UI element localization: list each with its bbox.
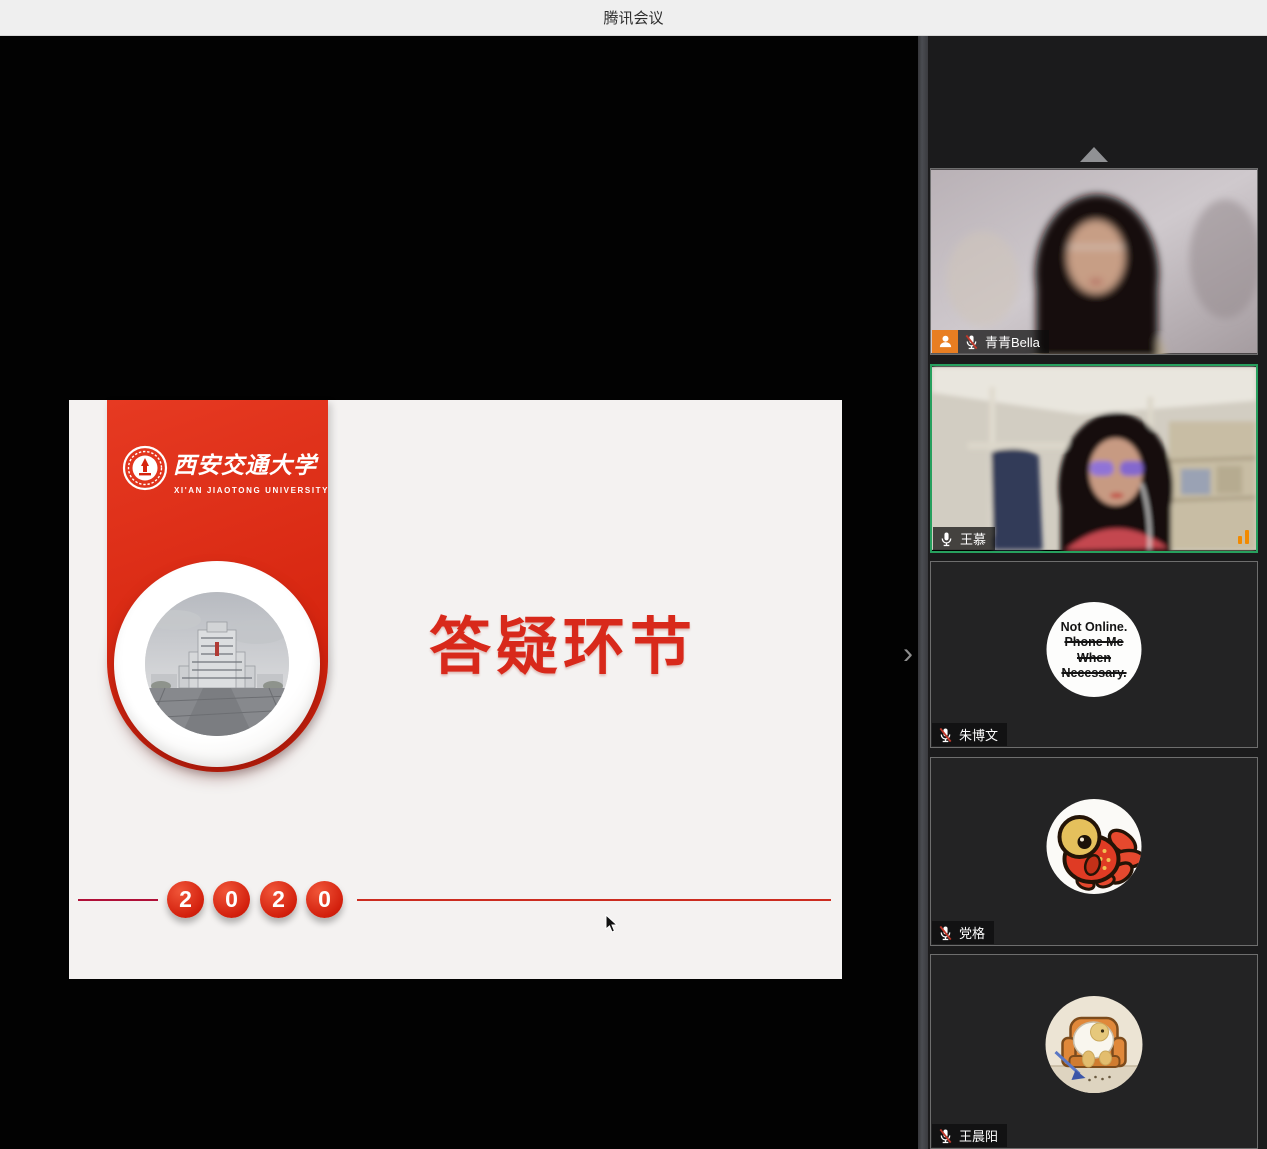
goldfish-drawing (1047, 799, 1142, 894)
avatar-text-line: Necessary. (1061, 666, 1126, 682)
year-digit: 2 (167, 881, 204, 918)
presentation-slide: 西安交通大学 XI'AN JIAOTONG UNIVERSITY (69, 400, 842, 979)
duck-on-armchair-drawing (1046, 996, 1143, 1093)
avatar-text-line: Not Online. (1061, 620, 1128, 636)
host-badge (932, 330, 958, 353)
university-name-cn: 西安交通大学 (173, 446, 323, 480)
participant-name: 党格 (959, 923, 985, 942)
meeting-window: 腾讯会议 西安交通大学 XI'AN JIAOTONG UNIVERSITY (0, 0, 1267, 1149)
panel-divider[interactable] (918, 36, 928, 1149)
mic-muted-icon (938, 925, 953, 941)
video-feed (932, 366, 1256, 551)
xjtu-seal-icon (121, 444, 169, 492)
participant-name: 王慕 (960, 529, 986, 548)
mic-muted-icon (938, 727, 953, 743)
participant-tile-active[interactable]: 王慕 (930, 364, 1258, 553)
slide-red-ribbon: 西安交通大学 XI'AN JIAOTONG UNIVERSITY (107, 400, 328, 772)
mouse-cursor (605, 914, 619, 934)
person-icon (938, 334, 953, 349)
mic-muted-icon (964, 334, 979, 350)
slide-title: 答疑环节 (429, 596, 697, 686)
name-badge: 王晨阳 (932, 1124, 1007, 1147)
name-badge: 青青Bella (958, 330, 1049, 353)
participant-tile[interactable]: Not Online. Phone Me When Necessary. 朱博文 (930, 561, 1258, 748)
mic-icon (939, 531, 954, 547)
window-titlebar[interactable]: 腾讯会议 (0, 0, 1267, 36)
video-feed (931, 169, 1257, 354)
avatar: Not Online. Phone Me When Necessary. (1047, 602, 1142, 697)
year-divider-left (78, 899, 158, 901)
participant-name: 王晨阳 (959, 1126, 998, 1145)
campus-photo (145, 592, 289, 736)
triangle-up-icon[interactable] (1080, 147, 1108, 162)
name-badge: 王慕 (933, 527, 995, 550)
year-divider-right (357, 899, 831, 901)
year-digit: 0 (306, 881, 343, 918)
name-badge: 朱博文 (932, 723, 1007, 746)
university-name-en: XI'AN JIAOTONG UNIVERSITY (174, 486, 329, 495)
year-digit: 2 (260, 881, 297, 918)
avatar (1047, 799, 1142, 894)
participant-tile[interactable]: 党格 (930, 757, 1258, 946)
sidebar-collapse-chevron[interactable]: › (897, 637, 919, 671)
avatar (1046, 996, 1143, 1093)
volume-indicator-icon (1238, 530, 1249, 544)
emblem-ring (114, 561, 320, 767)
avatar-text-line: Phone Me (1064, 635, 1123, 651)
screen-share-area: 西安交通大学 XI'AN JIAOTONG UNIVERSITY (0, 36, 918, 1149)
avatar-text-line: When (1077, 651, 1111, 667)
participant-tile[interactable]: 青青Bella (930, 168, 1258, 355)
name-badge: 党格 (932, 921, 994, 944)
participant-tile[interactable]: 王晨阳 (930, 954, 1258, 1149)
participant-name: 青青Bella (985, 332, 1040, 351)
participant-name: 朱博文 (959, 725, 998, 744)
window-title: 腾讯会议 (603, 7, 663, 28)
year-digit: 0 (213, 881, 250, 918)
mic-muted-icon (938, 1128, 953, 1144)
